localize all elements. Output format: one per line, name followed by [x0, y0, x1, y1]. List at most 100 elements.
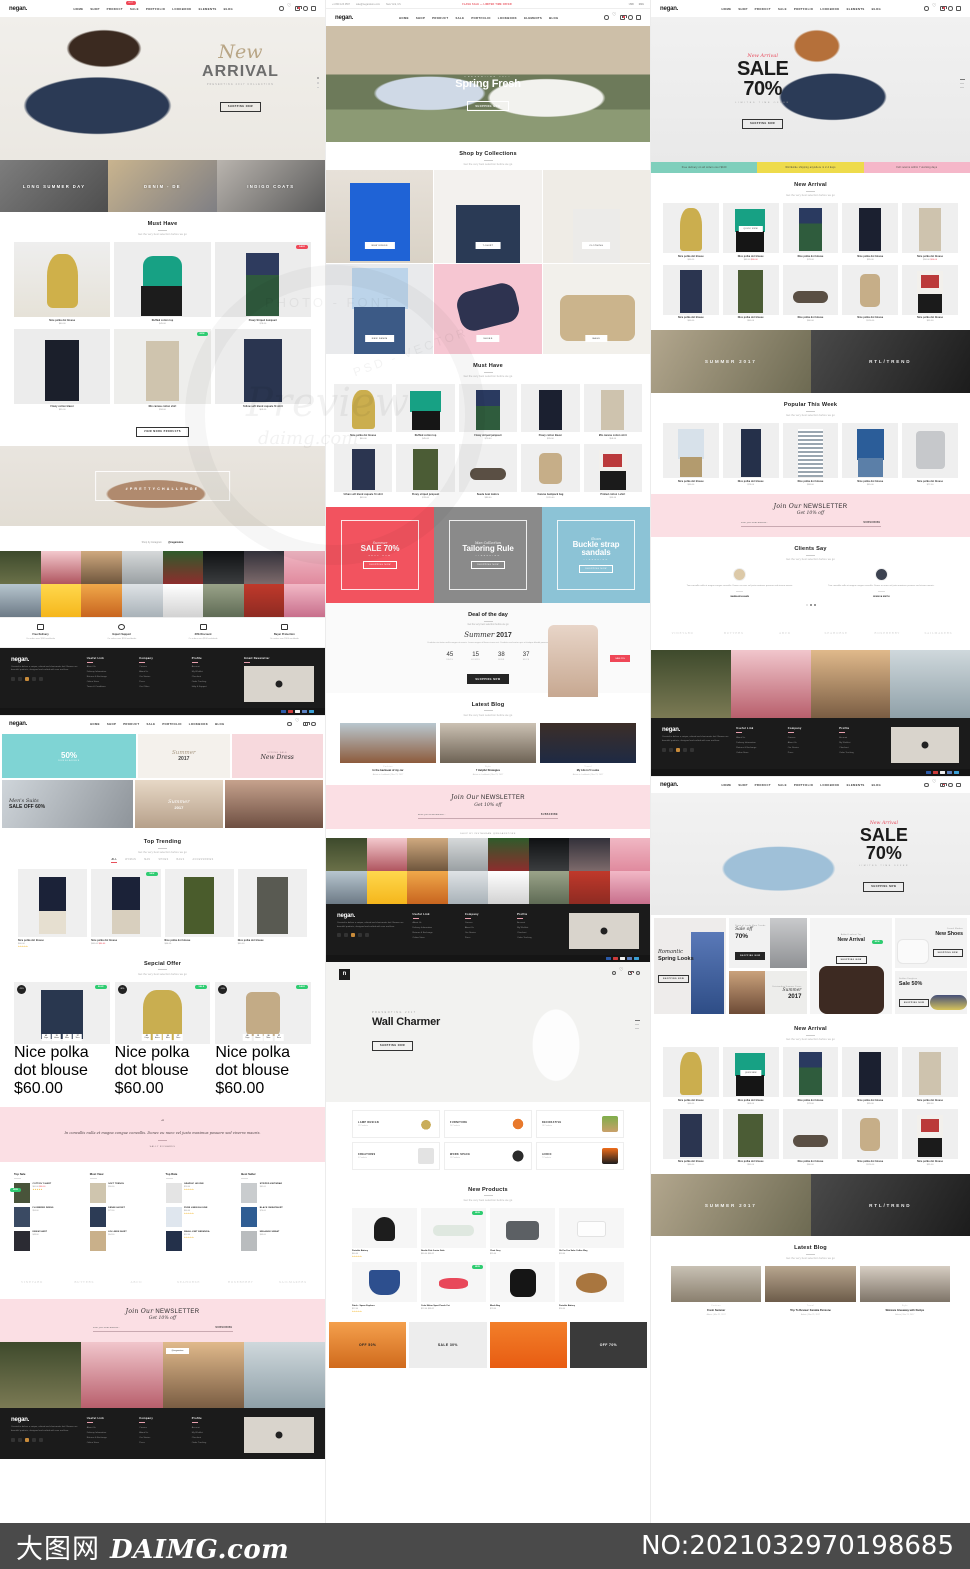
nav-item-blog[interactable]: BLOG — [549, 16, 558, 20]
footer-link[interactable]: Delivery Information — [413, 927, 459, 929]
instagram-tile[interactable] — [326, 870, 367, 904]
nav-item-product[interactable]: PRODUCT — [755, 783, 771, 787]
cart-icon[interactable] — [627, 970, 634, 976]
footer-link[interactable]: Careers — [139, 666, 186, 668]
instagram-tile[interactable] — [243, 584, 285, 617]
banner-challenge[interactable]: #PRETTYCHALLENGE — [0, 446, 325, 526]
blog-card[interactable]: Fashion In the backseat of my car Admin in… — [340, 722, 436, 776]
footer-link[interactable]: My Wishlist — [839, 742, 885, 744]
testimonial-dots[interactable] — [651, 604, 970, 607]
banner-sale-50[interactable]: Golden Sunglass Sale 50% SHOPPING NOW — [894, 971, 967, 1015]
banner-summer[interactable]: SUMMER 2017 — [651, 330, 811, 393]
list-item[interactable]: MELANGE SWEAT $49.00 — [241, 1230, 311, 1251]
user-icon[interactable] — [287, 721, 292, 727]
product-card[interactable]: Nice polka dot blouse $58.00 $80.00 — [902, 203, 958, 261]
instagram-tile[interactable] — [528, 870, 569, 904]
footer-link[interactable]: Delivery Information — [736, 742, 782, 744]
footer-link[interactable]: Online Store — [736, 752, 782, 754]
search-icon[interactable] — [635, 970, 640, 976]
pinterest-icon[interactable] — [358, 933, 362, 938]
nav-item-shop[interactable]: SHOP — [416, 16, 425, 20]
brand-logo-item[interactable]: BUTTERS — [58, 1274, 110, 1290]
brand-logo[interactable]: negan. — [660, 6, 678, 12]
nav-item-product[interactable]: PRODUCT — [755, 7, 771, 11]
product-card[interactable]: Nice polka dot blouse $35.00 — [902, 264, 958, 322]
footer-link[interactable]: My Wishlist — [517, 927, 563, 929]
product-card[interactable]: Nice polka dot blouse $60.00 — [164, 869, 234, 948]
tab-bags[interactable]: BAGS — [177, 859, 185, 863]
store-map[interactable] — [244, 666, 314, 703]
search-icon[interactable] — [948, 6, 953, 11]
footer-link[interactable]: Returns & Exchange — [736, 747, 782, 749]
user-icon[interactable] — [924, 782, 929, 788]
banner-cta[interactable]: SHOPPING NOW — [835, 955, 867, 964]
footer-brand[interactable]: negan. — [11, 1417, 81, 1423]
collection-tile[interactable]: BAGS — [542, 264, 650, 354]
facebook-icon[interactable] — [11, 1437, 15, 1442]
store-map[interactable] — [890, 727, 959, 764]
footer-link[interactable]: Order Tracking — [192, 1442, 239, 1444]
product-card[interactable]: Nice polka dot blouse $65.00 — [842, 423, 899, 486]
footer-link[interactable]: Our Stories — [139, 676, 186, 678]
instagram-tile[interactable] — [366, 870, 407, 904]
blog-card[interactable]: Style 7 Helpful Strategies Admin in Lookbo… — [440, 722, 536, 776]
user-icon[interactable] — [924, 6, 929, 11]
twitter-icon[interactable] — [18, 677, 22, 682]
instagram-tile[interactable] — [890, 650, 970, 719]
newsletter-email-input[interactable] — [418, 813, 541, 816]
instagram-tile[interactable] — [81, 584, 122, 617]
collection-tile[interactable]: NEW DRESS — [326, 170, 434, 263]
topbar-language[interactable]: ENG — [639, 3, 644, 6]
list-item[interactable]: DENIM SHIRT $48.00 — [14, 1230, 84, 1251]
nav-item-blog[interactable]: BLOG — [215, 722, 224, 726]
product-card[interactable]: Chair Grey $95.00 — [490, 1207, 555, 1259]
search-icon[interactable] — [303, 6, 308, 11]
instagram-tile[interactable] — [284, 584, 325, 617]
promo-tile-newdress[interactable]: SPRING SALE New Dress — [231, 734, 323, 779]
instagram-tile[interactable] — [609, 837, 650, 871]
footer-link[interactable]: Press — [465, 937, 511, 939]
product-card[interactable]: Nice polka dot blouse $60.00 — [663, 1047, 719, 1105]
banner-cta[interactable]: SHOPPING NOW — [932, 949, 963, 958]
instagram-icon[interactable] — [676, 747, 680, 752]
ribbon-tile[interactable]: SALE 30% — [409, 1321, 487, 1368]
nav-item-shop[interactable]: SHOP — [107, 722, 116, 726]
product-card[interactable]: Nice polka dot blouse $60.00 — [663, 203, 719, 261]
footer-brand[interactable]: negan. — [11, 657, 81, 663]
instagram-tile[interactable] — [609, 870, 650, 904]
newsletter-email-input[interactable] — [740, 522, 864, 524]
instagram-tile[interactable] — [0, 584, 41, 617]
brand-logo-item[interactable]: ABCD — [110, 1274, 162, 1290]
footer-link[interactable]: Terms & Conditions — [87, 686, 134, 688]
product-card[interactable]: QUICK VIEW Nice polka dot blouse $68.00 — [722, 1047, 779, 1105]
footer-link[interactable]: About Us — [736, 737, 782, 739]
product-card[interactable]: Nice polka dot blouse $88.00 — [782, 423, 839, 486]
product-card[interactable]: Printed cotton t-shirt $35.00 — [583, 443, 642, 499]
footer-link[interactable]: Account — [192, 666, 239, 668]
list-item[interactable]: STRIPED KNITWEAR $61.00 — [241, 1182, 311, 1203]
search-icon[interactable] — [311, 721, 316, 727]
brand-logo-item[interactable]: SAILMAKERS — [267, 1274, 319, 1290]
instagram-tile[interactable] — [407, 837, 448, 871]
cart-icon[interactable] — [940, 782, 947, 788]
tab-woman[interactable]: WOMAN — [125, 859, 136, 863]
product-card[interactable]: NEW Mix canvas cotton shirt $58.00 — [114, 328, 211, 411]
view-more-button[interactable]: VIEW MORE PRODUCTS — [135, 426, 190, 437]
facebook-icon[interactable] — [11, 677, 15, 682]
nav-item-sale[interactable]: SALE — [455, 16, 464, 20]
newsletter-subscribe-button[interactable]: SUBSCRIBE — [215, 1327, 232, 1329]
footer-link[interactable]: Checkout — [839, 747, 885, 749]
youtube-icon[interactable] — [365, 933, 369, 938]
user-icon[interactable] — [279, 6, 284, 11]
menu-icon[interactable] — [956, 782, 961, 788]
product-card[interactable]: Nice polka dot blouse $60.00 — [237, 869, 307, 948]
footer-link[interactable]: Checkout — [517, 932, 563, 934]
newsletter-email-input[interactable] — [92, 1327, 216, 1330]
cart-icon[interactable] — [940, 6, 947, 11]
banner-cta[interactable]: SHOPPING NOW — [658, 974, 690, 983]
banner-sale-off-70[interactable]: Prime of Looks More Trends Sale off 70% … — [729, 918, 808, 969]
nav-item-blog[interactable]: BLOG — [872, 7, 881, 11]
instagram-tile[interactable] — [488, 837, 529, 871]
product-card[interactable]: Nice polka dot blouse $120.00 — [842, 1108, 899, 1166]
footer-link[interactable]: About Us — [788, 742, 834, 744]
